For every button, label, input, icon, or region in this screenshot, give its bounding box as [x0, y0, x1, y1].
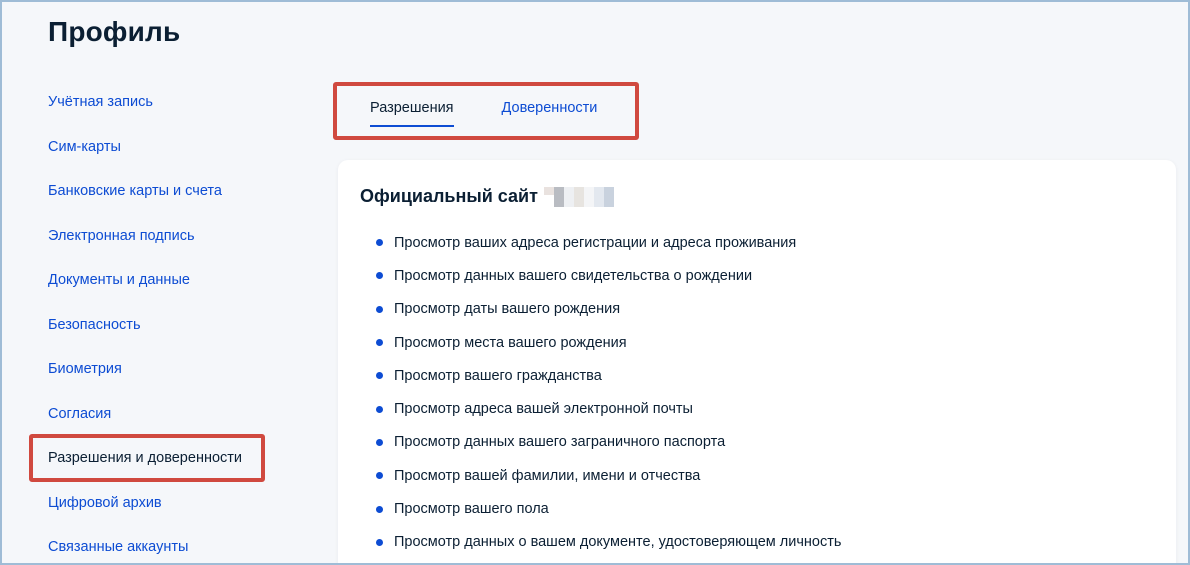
permission-card: Официальный сайт Просмотр ваших адреса р…	[338, 160, 1176, 563]
sidebar-item-security[interactable]: Безопасность	[48, 303, 288, 348]
list-item: Просмотр даты вашего рождения	[376, 293, 841, 326]
sidebar-item-consents[interactable]: Согласия	[48, 392, 288, 437]
tab-bar: Разрешения Доверенности	[370, 100, 597, 127]
card-title-text: Официальный сайт	[360, 186, 538, 206]
permission-text: Просмотр ваших адреса регистрации и адре…	[394, 234, 797, 251]
permission-text: Просмотр вашего пола	[394, 501, 549, 518]
card-title: Официальный сайт	[360, 186, 614, 207]
sidebar: Учётная запись Сим-карты Банковские карт…	[48, 80, 288, 563]
bullet-icon	[376, 472, 383, 480]
sidebar-item-e-signature[interactable]: Электронная подпись	[48, 214, 288, 259]
list-item: Просмотр вашей фамилии, имени и отчества	[376, 459, 841, 492]
list-item: Просмотр вашего гражданства	[376, 359, 841, 392]
sidebar-item-sim-cards[interactable]: Сим-карты	[48, 125, 288, 170]
permission-list: Просмотр ваших адреса регистрации и адре…	[376, 226, 841, 559]
sidebar-item-permissions[interactable]: Разрешения и доверенности	[48, 436, 288, 481]
app-window: Профиль Учётная запись Сим-карты Банковс…	[0, 0, 1190, 565]
permission-text: Просмотр данных вашего свидетельства о р…	[394, 267, 753, 284]
permission-text: Просмотр адреса вашей электронной почты	[394, 401, 693, 418]
sidebar-item-account[interactable]: Учётная запись	[48, 80, 288, 125]
list-item: Просмотр адреса вашей электронной почты	[376, 392, 841, 425]
permission-text: Просмотр данных о вашем документе, удост…	[394, 534, 842, 551]
tab-permissions[interactable]: Разрешения	[370, 100, 454, 127]
list-item: Просмотр данных вашего свидетельства о р…	[376, 259, 841, 292]
sidebar-item-biometrics[interactable]: Биометрия	[48, 347, 288, 392]
bullet-icon	[376, 372, 383, 380]
list-item: Просмотр ваших адреса регистрации и адре…	[376, 226, 841, 259]
list-item: Просмотр данных вашего заграничного пасп…	[376, 426, 841, 459]
bullet-icon	[376, 339, 383, 347]
list-item: Просмотр данных о вашем документе, удост…	[376, 526, 841, 559]
sidebar-item-linked-accounts[interactable]: Связанные аккаунты	[48, 525, 288, 563]
sidebar-item-bank-cards[interactable]: Банковские карты и счета	[48, 169, 288, 214]
redacted-site-name	[543, 186, 614, 207]
bullet-icon	[376, 239, 383, 247]
permission-text: Просмотр даты вашего рождения	[394, 301, 621, 318]
permission-text: Просмотр вашей фамилии, имени и отчества	[394, 467, 701, 484]
bullet-icon	[376, 538, 383, 546]
sidebar-item-documents[interactable]: Документы и данные	[48, 258, 288, 303]
bullet-icon	[376, 405, 383, 413]
permission-text: Просмотр вашего гражданства	[394, 367, 602, 384]
bullet-icon	[376, 505, 383, 513]
permission-text: Просмотр данных вашего заграничного пасп…	[394, 434, 726, 451]
bullet-icon	[376, 305, 383, 313]
list-item: Просмотр вашего пола	[376, 492, 841, 525]
tab-powers-of-attorney[interactable]: Доверенности	[502, 100, 598, 127]
bullet-icon	[376, 272, 383, 280]
sidebar-item-digital-archive[interactable]: Цифровой архив	[48, 481, 288, 526]
list-item: Просмотр места вашего рождения	[376, 326, 841, 359]
page-title: Профиль	[48, 16, 181, 47]
permission-text: Просмотр места вашего рождения	[394, 334, 627, 351]
bullet-icon	[376, 438, 383, 446]
